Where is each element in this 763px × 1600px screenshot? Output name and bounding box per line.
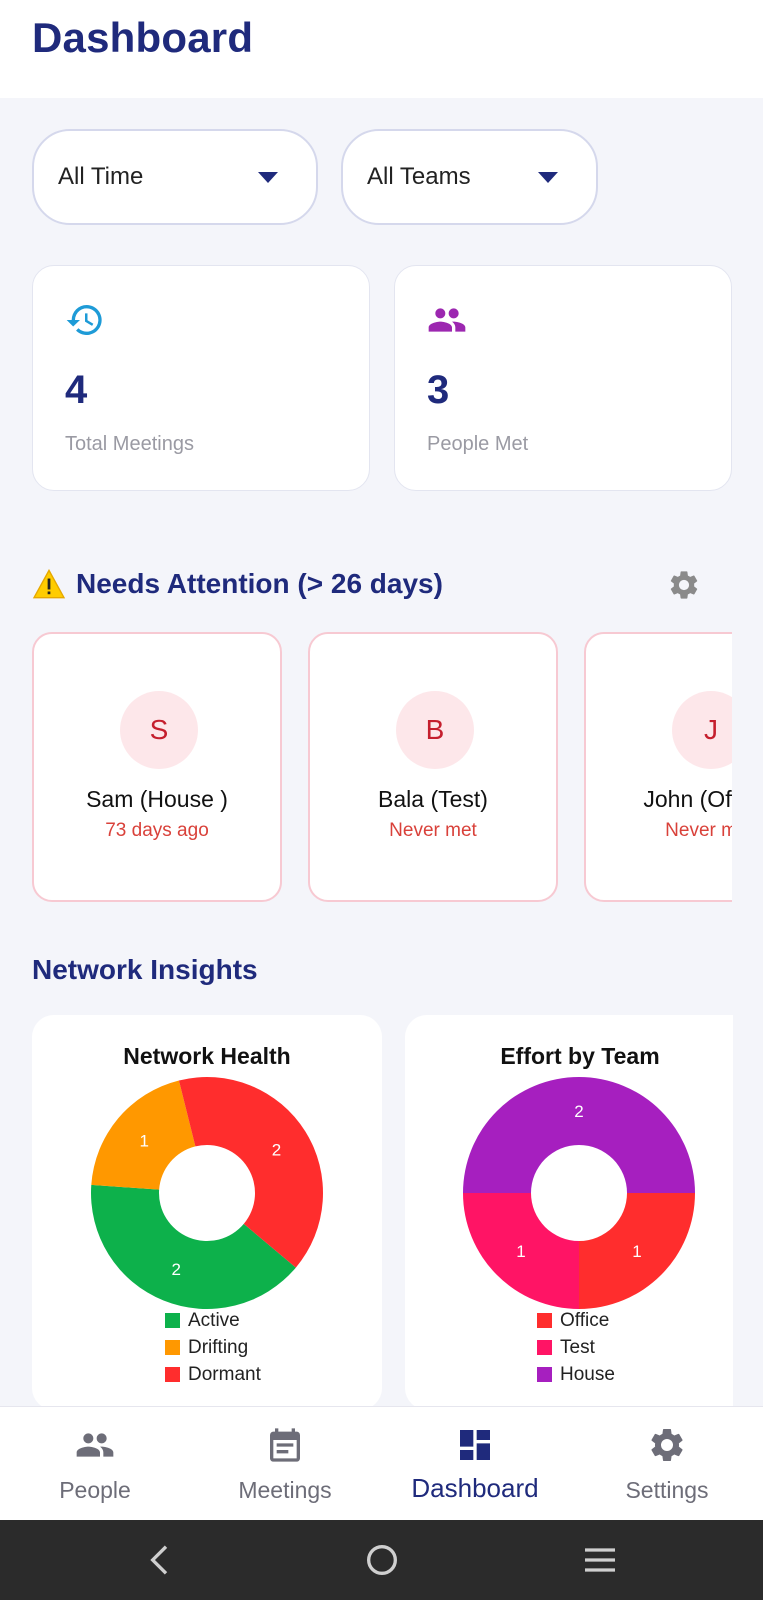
legend-item: Test xyxy=(537,1334,615,1361)
legend-item: Active xyxy=(165,1307,261,1334)
total-meetings-card[interactable]: 4 Total Meetings xyxy=(32,265,370,491)
history-icon xyxy=(66,305,102,335)
legend-item: House xyxy=(537,1361,615,1388)
legend-swatch xyxy=(537,1367,552,1382)
team-filter-dropdown[interactable]: All Teams xyxy=(341,129,598,225)
legend-label: House xyxy=(560,1363,615,1385)
people-met-label: People Met xyxy=(427,433,529,455)
needs-attention-title: Needs Attention (> 26 days) xyxy=(76,568,443,599)
attention-person-card[interactable]: B Bala (Test) Never met xyxy=(308,632,558,902)
person-name: Bala (Test) xyxy=(378,786,488,812)
legend-label: Drifting xyxy=(188,1336,249,1358)
chart-title: Network Health xyxy=(123,1043,291,1069)
slice-value-label: 1 xyxy=(516,1242,525,1261)
nav-label: Dashboard xyxy=(411,1473,539,1503)
dropdown-arrow-icon xyxy=(258,172,278,183)
chart-legend: Active Drifting Dormant xyxy=(165,1307,261,1388)
effort-by-team-donut-chart: 1 1 2 xyxy=(463,1077,695,1309)
last-met-status: 73 days ago xyxy=(105,820,209,841)
meetings-icon xyxy=(270,1428,300,1462)
legend-label: Office xyxy=(560,1309,610,1331)
nav-label: Meetings xyxy=(238,1477,332,1503)
people-icon xyxy=(76,1433,114,1457)
legend-swatch xyxy=(165,1367,180,1382)
people-met-value: 3 xyxy=(427,368,450,412)
nav-item-people[interactable]: People xyxy=(0,1407,190,1521)
needs-attention-heading: Needs Attention (> 26 days) xyxy=(32,568,443,600)
donut-slice-house xyxy=(463,1077,695,1193)
slice-value-label: 2 xyxy=(172,1260,181,1279)
network-health-chart-card: Network Health 2 1 2 Active Drifting Dorma… xyxy=(32,1015,382,1410)
time-filter-value: All Time xyxy=(58,163,144,190)
legend-swatch xyxy=(537,1340,552,1355)
network-health-donut-chart: 2 1 2 xyxy=(91,1077,323,1309)
dashboard-icon xyxy=(460,1430,490,1460)
legend-label: Dormant xyxy=(188,1363,261,1385)
team-filter-value: All Teams xyxy=(367,163,471,190)
time-filter-dropdown[interactable]: All Time xyxy=(32,129,318,225)
nav-item-dashboard[interactable]: Dashboard xyxy=(380,1407,570,1521)
home-icon[interactable] xyxy=(362,1540,402,1580)
total-meetings-label: Total Meetings xyxy=(65,433,194,455)
attention-person-card[interactable]: S Sam (House ) 73 days ago xyxy=(32,632,282,902)
attention-person-card[interactable]: J John (Office) Never met xyxy=(584,632,732,902)
legend-item: Office xyxy=(537,1307,615,1334)
app-bar: Dashboard xyxy=(0,0,763,98)
nav-label: People xyxy=(59,1477,131,1503)
last-met-status: Never met xyxy=(389,820,477,841)
back-icon[interactable] xyxy=(141,1540,181,1580)
person-name: Sam (House ) xyxy=(86,786,228,812)
avatar: J xyxy=(672,691,732,769)
chart-legend: Office Test House xyxy=(537,1307,615,1388)
group-icon xyxy=(428,308,466,332)
warning-icon xyxy=(32,569,66,599)
person-name: John (Office) xyxy=(643,786,732,812)
avatar: B xyxy=(396,691,474,769)
slice-value-label: 2 xyxy=(574,1102,583,1121)
legend-label: Test xyxy=(560,1336,595,1358)
legend-item: Drifting xyxy=(165,1334,261,1361)
slice-value-label: 1 xyxy=(632,1242,641,1261)
last-met-status: Never met xyxy=(665,820,732,841)
bottom-navigation: People Meetings Dashboard Settings xyxy=(0,1406,763,1520)
legend-swatch xyxy=(165,1340,180,1355)
avatar: S xyxy=(120,691,198,769)
attention-settings-gear-icon[interactable] xyxy=(667,568,701,602)
legend-swatch xyxy=(537,1313,552,1328)
total-meetings-value: 4 xyxy=(65,368,88,412)
slice-value-label: 1 xyxy=(139,1131,148,1150)
legend-swatch xyxy=(165,1313,180,1328)
chart-title: Effort by Team xyxy=(500,1043,660,1069)
settings-icon xyxy=(651,1429,683,1461)
page-title: Dashboard xyxy=(32,14,254,61)
slice-value-label: 2 xyxy=(272,1141,281,1160)
legend-label: Active xyxy=(188,1309,240,1331)
effort-by-team-chart-card: Effort by Team 1 1 2 Office Test House xyxy=(405,1015,733,1410)
nav-label: Settings xyxy=(625,1477,709,1503)
attention-people-list[interactable]: S Sam (House ) 73 days ago B Bala (Test)… xyxy=(32,631,732,905)
recent-apps-icon[interactable] xyxy=(580,1540,620,1580)
system-navigation-bar xyxy=(0,1520,763,1600)
people-met-card[interactable]: 3 People Met xyxy=(394,265,732,491)
dropdown-arrow-icon xyxy=(538,172,558,183)
nav-item-meetings[interactable]: Meetings xyxy=(190,1407,380,1521)
network-insights-heading: Network Insights xyxy=(32,954,258,985)
nav-item-settings[interactable]: Settings xyxy=(572,1407,762,1521)
legend-item: Dormant xyxy=(165,1361,261,1388)
